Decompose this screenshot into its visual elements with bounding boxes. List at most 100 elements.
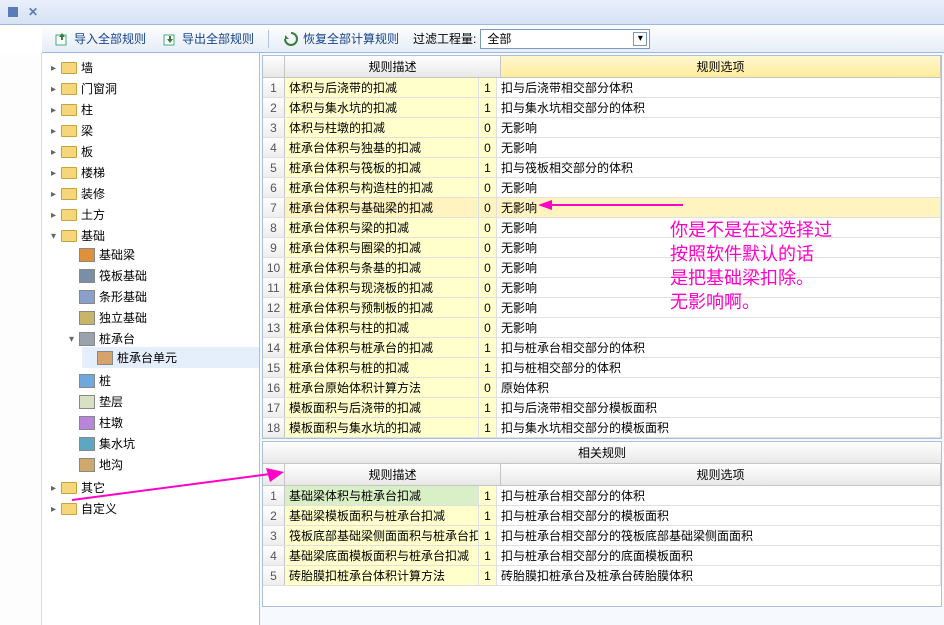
rule-option-cell[interactable]: 无影响 xyxy=(497,258,941,277)
rule-option-cell[interactable]: 无影响 xyxy=(497,298,941,317)
tree-node[interactable]: 独立基础 xyxy=(64,307,259,328)
expand-icon[interactable]: ▸ xyxy=(48,127,59,138)
rule-desc-cell[interactable]: 桩承台体积与条基的扣减 xyxy=(285,258,479,277)
expand-icon[interactable] xyxy=(66,415,77,426)
tree-node[interactable]: ▸其它 xyxy=(46,477,259,498)
rule-option-cell[interactable]: 无影响 xyxy=(497,218,941,237)
expand-icon[interactable] xyxy=(66,457,77,468)
expand-icon[interactable] xyxy=(66,436,77,447)
tree-node[interactable]: ▸梁 xyxy=(46,120,259,141)
rule-option-cell[interactable]: 原始体积 xyxy=(497,378,941,397)
rule-code-cell[interactable]: 1 xyxy=(479,398,497,417)
pin-icon[interactable] xyxy=(8,7,18,17)
expand-icon[interactable]: ▸ xyxy=(48,64,59,75)
rule-option-cell[interactable]: 扣与桩相交部分的体积 xyxy=(497,358,941,377)
tree-node[interactable]: 地沟 xyxy=(64,454,259,475)
table-row[interactable]: 2体积与集水坑的扣减1扣与集水坑相交部分的体积 xyxy=(263,98,941,118)
table-row[interactable]: 3筏板底部基础梁侧面面积与桩承台扣1扣与桩承台相交部分的筏板底部基础梁侧面面积 xyxy=(263,526,941,546)
related-rules-grid[interactable]: 相关规则 规则描述 规则选项 1基础梁体积与桩承台扣减1扣与桩承台相交部分的体积… xyxy=(262,441,942,607)
table-row[interactable]: 14桩承台体积与桩承台的扣减1扣与桩承台相交部分的体积 xyxy=(263,338,941,358)
rule-code-cell[interactable]: 1 xyxy=(479,158,497,177)
rule-code-cell[interactable]: 1 xyxy=(479,526,497,545)
rule-option-cell[interactable]: 无影响 xyxy=(497,278,941,297)
rule-code-cell[interactable]: 0 xyxy=(479,238,497,257)
rule-desc-cell[interactable]: 体积与柱墩的扣减 xyxy=(285,118,479,137)
rule-option-cell[interactable]: 无影响 xyxy=(497,198,941,217)
rule-option-cell[interactable]: 无影响 xyxy=(497,178,941,197)
table-row[interactable]: 6桩承台体积与构造柱的扣减0无影响 xyxy=(263,178,941,198)
filter-select[interactable]: 全部 ▾ xyxy=(480,29,650,49)
rule-code-cell[interactable]: 0 xyxy=(479,138,497,157)
rule-desc-cell[interactable]: 砖胎膜扣桩承台体积计算方法 xyxy=(285,566,479,585)
expand-icon[interactable] xyxy=(66,268,77,279)
rule-desc-cell[interactable]: 桩承台体积与梁的扣减 xyxy=(285,218,479,237)
expand-icon[interactable]: ▸ xyxy=(48,106,59,117)
rule-code-cell[interactable]: 0 xyxy=(479,278,497,297)
rule-code-cell[interactable]: 0 xyxy=(479,198,497,217)
rule-desc-cell[interactable]: 桩承台原始体积计算方法 xyxy=(285,378,479,397)
table-row[interactable]: 16桩承台原始体积计算方法0原始体积 xyxy=(263,378,941,398)
rule-code-cell[interactable]: 0 xyxy=(479,178,497,197)
expand-icon[interactable]: ▾ xyxy=(48,232,59,243)
rule-code-cell[interactable]: 0 xyxy=(479,258,497,277)
rule-option-cell[interactable]: 扣与集水坑相交部分的体积 xyxy=(497,98,941,117)
close-icon[interactable]: ✕ xyxy=(28,5,38,19)
rule-desc-cell[interactable]: 基础梁底面模板面积与桩承台扣减 xyxy=(285,546,479,565)
tree-node[interactable]: 条形基础 xyxy=(64,286,259,307)
rule-desc-cell[interactable]: 桩承台体积与筏板的扣减 xyxy=(285,158,479,177)
rule-option-cell[interactable]: 扣与后浇带相交部分体积 xyxy=(497,78,941,97)
tree-node[interactable]: ▸板 xyxy=(46,141,259,162)
expand-icon[interactable] xyxy=(66,373,77,384)
expand-icon[interactable] xyxy=(66,310,77,321)
tree-node[interactable]: 桩 xyxy=(64,370,259,391)
rule-desc-cell[interactable]: 桩承台体积与柱的扣减 xyxy=(285,318,479,337)
rule-desc-cell[interactable]: 桩承台体积与预制板的扣减 xyxy=(285,298,479,317)
rule-option-cell[interactable]: 扣与桩承台相交部分的体积 xyxy=(497,486,941,505)
rule-desc-cell[interactable]: 桩承台体积与独基的扣减 xyxy=(285,138,479,157)
rule-option-cell[interactable]: 扣与桩承台相交部分的底面模板面积 xyxy=(497,546,941,565)
expand-icon[interactable]: ▸ xyxy=(48,85,59,96)
opt-header[interactable]: 规则选项 xyxy=(501,56,941,77)
rule-option-cell[interactable]: 无影响 xyxy=(497,238,941,257)
rule-desc-cell[interactable]: 筏板底部基础梁侧面面积与桩承台扣 xyxy=(285,526,479,545)
desc-header[interactable]: 规则描述 xyxy=(285,56,501,77)
table-row[interactable]: 4基础梁底面模板面积与桩承台扣减1扣与桩承台相交部分的底面模板面积 xyxy=(263,546,941,566)
rule-code-cell[interactable]: 0 xyxy=(479,218,497,237)
table-row[interactable]: 5砖胎膜扣桩承台体积计算方法1砖胎膜扣桩承台及桩承台砖胎膜体积 xyxy=(263,566,941,586)
export-rules-button[interactable]: 导出全部规则 xyxy=(156,28,260,49)
rule-code-cell[interactable]: 1 xyxy=(479,486,497,505)
rule-desc-cell[interactable]: 桩承台体积与桩承台的扣减 xyxy=(285,338,479,357)
expand-icon[interactable]: ▸ xyxy=(48,148,59,159)
import-rules-button[interactable]: 导入全部规则 xyxy=(48,28,152,49)
rule-code-cell[interactable]: 0 xyxy=(479,118,497,137)
tree-node[interactable]: 筏板基础 xyxy=(64,265,259,286)
rule-desc-cell[interactable]: 桩承台体积与基础梁的扣减 xyxy=(285,198,479,217)
tree-node[interactable]: ▾桩承台 桩承台单元 xyxy=(64,328,259,370)
tree-node[interactable]: ▸门窗洞 xyxy=(46,78,259,99)
rule-desc-cell[interactable]: 桩承台体积与构造柱的扣减 xyxy=(285,178,479,197)
rule-code-cell[interactable]: 1 xyxy=(479,418,497,437)
rule-code-cell[interactable]: 0 xyxy=(479,298,497,317)
expand-icon[interactable] xyxy=(66,394,77,405)
rule-desc-cell[interactable]: 基础梁体积与桩承台扣减 xyxy=(285,486,479,505)
table-row[interactable]: 1体积与后浇带的扣减1扣与后浇带相交部分体积 xyxy=(263,78,941,98)
rule-desc-cell[interactable]: 桩承台体积与圈梁的扣减 xyxy=(285,238,479,257)
tree-node[interactable]: ▾基础 基础梁 筏板基础 条形基础 独立基础▾桩承台 桩承台单元 桩 垫层 柱墩… xyxy=(46,225,259,477)
table-row[interactable]: 7桩承台体积与基础梁的扣减0无影响 xyxy=(263,198,941,218)
table-row[interactable]: 12桩承台体积与预制板的扣减0无影响 xyxy=(263,298,941,318)
tree-pane[interactable]: ▸墙▸门窗洞▸柱▸梁▸板▸楼梯▸装修▸土方▾基础 基础梁 筏板基础 条形基础 独… xyxy=(42,53,260,625)
rule-option-cell[interactable]: 扣与桩承台相交部分的体积 xyxy=(497,338,941,357)
table-row[interactable]: 3体积与柱墩的扣减0无影响 xyxy=(263,118,941,138)
rule-desc-cell[interactable]: 基础梁模板面积与桩承台扣减 xyxy=(285,506,479,525)
restore-rules-button[interactable]: 恢复全部计算规则 xyxy=(277,28,405,49)
rule-code-cell[interactable]: 0 xyxy=(479,378,497,397)
expand-icon[interactable]: ▸ xyxy=(48,211,59,222)
table-row[interactable]: 2基础梁模板面积与桩承台扣减1扣与桩承台相交部分的模板面积 xyxy=(263,506,941,526)
rule-code-cell[interactable]: 1 xyxy=(479,98,497,117)
table-row[interactable]: 5桩承台体积与筏板的扣减1扣与筏板相交部分的体积 xyxy=(263,158,941,178)
rule-code-cell[interactable]: 1 xyxy=(479,566,497,585)
tree-node[interactable]: ▸柱 xyxy=(46,99,259,120)
rule-option-cell[interactable]: 扣与桩承台相交部分的筏板底部基础梁侧面面积 xyxy=(497,526,941,545)
rule-desc-cell[interactable]: 模板面积与后浇带的扣减 xyxy=(285,398,479,417)
rule-option-cell[interactable]: 扣与后浇带相交部分模板面积 xyxy=(497,398,941,417)
